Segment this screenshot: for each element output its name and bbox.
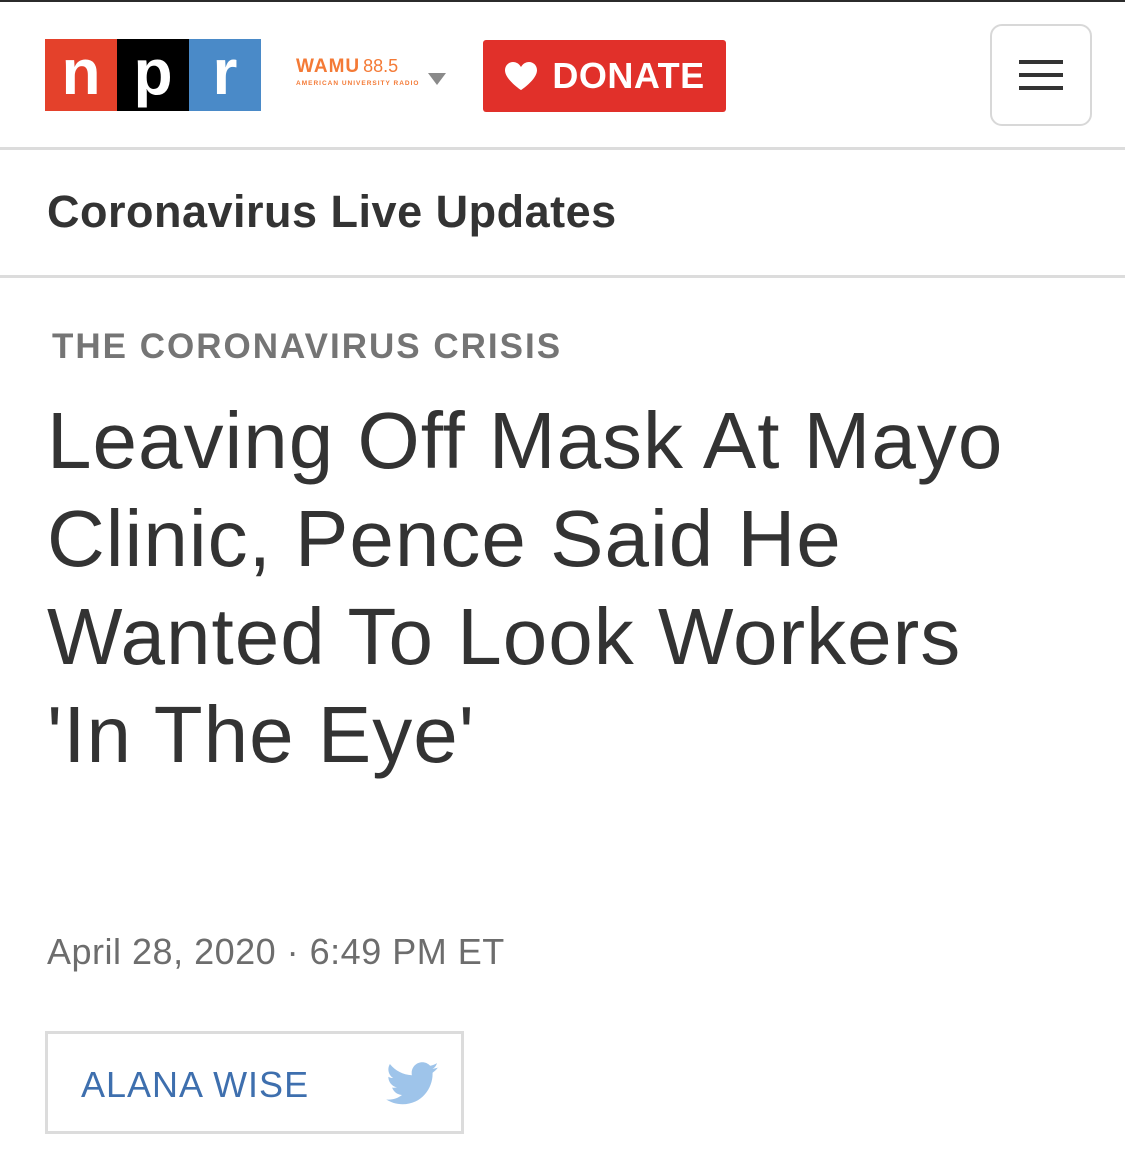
- section-title-link[interactable]: Coronavirus Live Updates: [47, 186, 617, 238]
- chevron-down-icon[interactable]: [428, 73, 447, 85]
- article-slug-link[interactable]: THE CORONAVIRUS CRISIS: [52, 327, 562, 367]
- npr-logo-p: p: [117, 39, 189, 111]
- menu-button[interactable]: [990, 24, 1092, 126]
- station-subtitle: AMERICAN UNIVERSITY RADIO: [296, 80, 420, 87]
- station-logo: WAMU 88.5 AMERICAN UNIVERSITY RADIO: [296, 57, 419, 87]
- article-headline: Leaving Off Mask At Mayo Clinic, Pence S…: [47, 396, 1004, 779]
- byline-box: ALANA WISE: [45, 1031, 464, 1134]
- hamburger-menu-icon: [1019, 60, 1063, 90]
- station-frequency: 88.5: [363, 56, 399, 76]
- station-name: WAMU 88.5: [296, 57, 419, 76]
- donate-button[interactable]: DONATE: [483, 40, 726, 112]
- donate-label: DONATE: [552, 55, 705, 96]
- npr-logo-r: r: [189, 39, 261, 111]
- heart-icon: [505, 62, 538, 90]
- section-divider: [0, 275, 1125, 278]
- article-dateline: April 28, 2020 · 6:49 PM ET: [47, 931, 505, 972]
- site-header: n p r WAMU 88.5 AMERICAN UNIVERSITY RADI…: [0, 2, 1125, 148]
- station-selector[interactable]: WAMU 88.5 AMERICAN UNIVERSITY RADIO: [296, 57, 447, 87]
- author-link[interactable]: ALANA WISE: [81, 1064, 309, 1106]
- npr-logo-n: n: [45, 39, 117, 111]
- npr-logo[interactable]: n p r: [45, 39, 261, 111]
- station-call-letters: WAMU: [296, 56, 361, 77]
- twitter-icon[interactable]: [386, 1062, 440, 1106]
